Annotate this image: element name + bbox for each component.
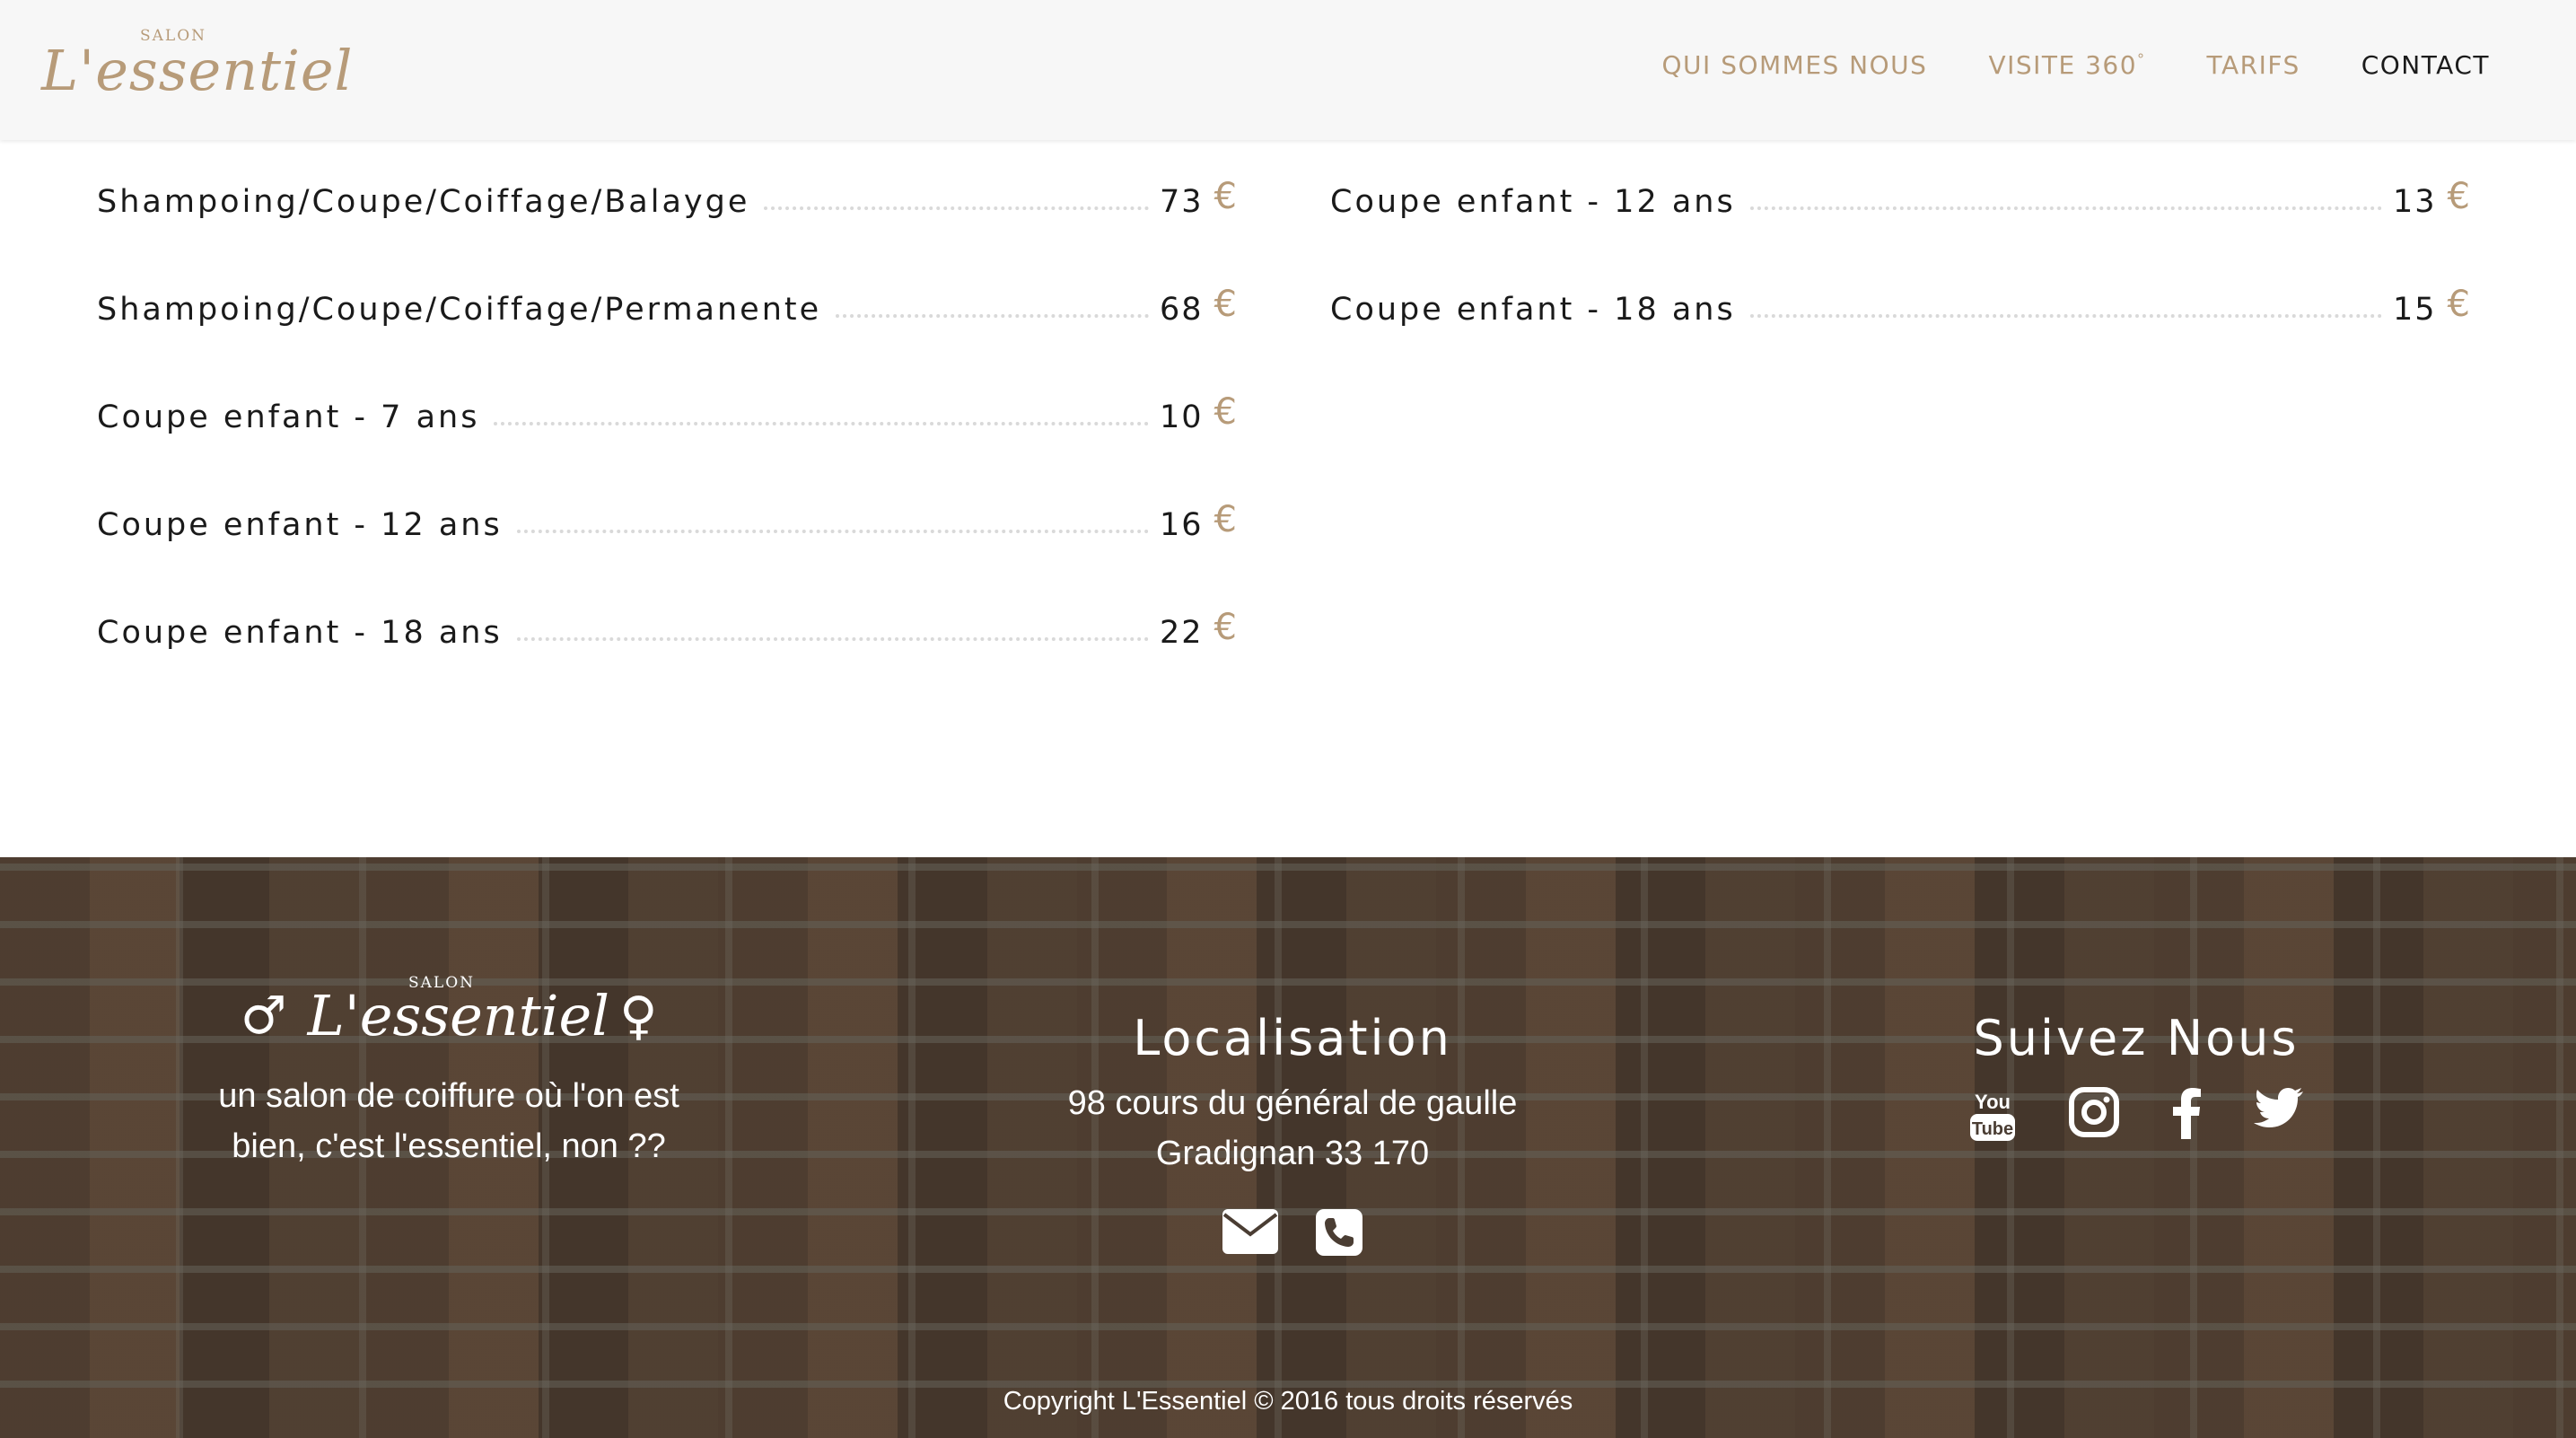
footer-logo-wordmark: L'essentiel — [307, 983, 610, 1048]
footer-logo: ♂ L'essentiel ♀ SALON — [162, 974, 736, 1064]
nav-link-qui-sommes-nous[interactable]: QUI SOMMES NOUS — [1662, 50, 1928, 80]
footer-location: Localisation 98 cours du général de gaul… — [1005, 1010, 1580, 1256]
price-name: Coupe enfant - 12 ans — [1330, 184, 1736, 220]
price-value: 73 — [1160, 184, 1204, 220]
price-dots — [516, 526, 1149, 533]
phone-icon[interactable] — [1316, 1209, 1362, 1256]
price-dots — [494, 418, 1149, 425]
price-value: 10 — [1160, 399, 1204, 435]
facebook-icon[interactable] — [2171, 1087, 2202, 1143]
price-name: Coupe enfant - 12 ans — [97, 507, 503, 543]
price-name: Shampoing/Coupe/Coiffage/Balayge — [97, 184, 750, 220]
footer-tagline-line1: un salon de coiffure où l'on est — [218, 1077, 679, 1115]
address-line2: Gradignan 33 170 — [1155, 1135, 1430, 1172]
price-row: Shampoing/Coupe/Coiffage/Balayge 73 € — [97, 176, 1237, 287]
euro-icon: € — [1214, 391, 1237, 433]
degree-sup: ° — [2137, 50, 2146, 68]
price-value: 22 — [1160, 615, 1204, 651]
price-row: Shampoing/Coupe/Coiffage/Permanente 68 € — [97, 284, 1237, 395]
price-value: 13 — [2393, 184, 2437, 220]
price-row: Coupe enfant - 18 ans 15 € — [1330, 284, 2470, 395]
price-list-left: Shampoing/Coupe/Coiffage/Balayge 73 € Sh… — [97, 176, 1237, 718]
twitter-icon[interactable] — [2254, 1087, 2304, 1143]
address-line1: 98 cours du général de gaulle — [1067, 1084, 1518, 1122]
envelope-icon[interactable] — [1222, 1209, 1278, 1256]
price-dots — [836, 311, 1149, 318]
price-list-right: Coupe enfant - 12 ans 13 € Coupe enfant … — [1330, 176, 2470, 395]
instagram-icon[interactable] — [2069, 1087, 2119, 1143]
footer-social: Suivez Nous You Tube — [1849, 1010, 2423, 1143]
logo-wordmark: L'essentiel — [41, 38, 354, 103]
price-name: Shampoing/Coupe/Coiffage/Permanente — [97, 292, 822, 328]
price-value: 15 — [2393, 292, 2437, 328]
price-dots — [516, 634, 1149, 641]
euro-icon: € — [1214, 284, 1237, 325]
nav-link-tarifs[interactable]: TARIFS — [2207, 50, 2300, 80]
address: 98 cours du général de gaulle Gradignan … — [1005, 1078, 1580, 1179]
price-name: Coupe enfant - 18 ans — [97, 615, 503, 651]
euro-icon: € — [1214, 499, 1237, 540]
price-name: Coupe enfant - 7 ans — [97, 399, 480, 435]
price-row: Coupe enfant - 18 ans 22 € — [97, 607, 1237, 718]
main-nav: QUI SOMMES NOUS VISITE 360° TARIFS CONTA… — [1662, 50, 2491, 80]
footer-tagline-line2: bien, c'est l'essentiel, non ?? — [232, 1127, 666, 1165]
price-name: Coupe enfant - 18 ans — [1330, 292, 1736, 328]
price-value: 16 — [1160, 507, 1204, 543]
youtube-top-text: You — [1975, 1091, 2011, 1113]
social-heading: Suivez Nous — [1973, 1010, 2300, 1066]
youtube-icon[interactable]: You Tube — [1968, 1087, 2017, 1143]
footer-logo-salon-text: SALON — [408, 974, 476, 992]
nav-link-visite-360[interactable]: VISITE 360° — [1988, 50, 2145, 80]
price-row: Coupe enfant - 12 ans 16 € — [97, 499, 1237, 610]
footer-brand: ♂ L'essentiel ♀ SALON un salon de coiffu… — [162, 974, 736, 1171]
top-navbar: SALON L'essentiel QUI SOMMES NOUS VISITE… — [0, 0, 2576, 140]
price-dots — [764, 203, 1149, 210]
female-symbol-icon: ♀ — [619, 985, 658, 1047]
nav-link-visite-360-label: VISITE 360 — [1988, 50, 2138, 80]
euro-icon: € — [1214, 607, 1237, 648]
euro-icon: € — [2447, 284, 2470, 325]
price-row: Coupe enfant - 12 ans 13 € — [1330, 176, 2470, 287]
price-row: Coupe enfant - 7 ans 10 € — [97, 391, 1237, 503]
price-dots — [1749, 311, 2382, 318]
social-icons: You Tube — [1849, 1087, 2423, 1143]
footer-tagline: un salon de coiffure où l'on est bien, c… — [162, 1071, 736, 1171]
brand-logo[interactable]: SALON L'essentiel — [41, 22, 352, 111]
copyright-text: Copyright L'Essentiel © 2016 tous droits… — [1003, 1387, 1573, 1416]
location-heading: Localisation — [1133, 1010, 1452, 1066]
nav-link-contact[interactable]: CONTACT — [2361, 50, 2490, 80]
price-dots — [1749, 203, 2382, 210]
youtube-bottom-text: Tube — [1972, 1119, 2013, 1139]
euro-icon: € — [1214, 176, 1237, 217]
male-symbol-icon: ♂ — [240, 985, 287, 1047]
site-footer: ♂ L'essentiel ♀ SALON un salon de coiffu… — [0, 857, 2576, 1438]
price-value: 68 — [1160, 292, 1204, 328]
euro-icon: € — [2447, 176, 2470, 217]
contact-icons — [1005, 1209, 1580, 1256]
